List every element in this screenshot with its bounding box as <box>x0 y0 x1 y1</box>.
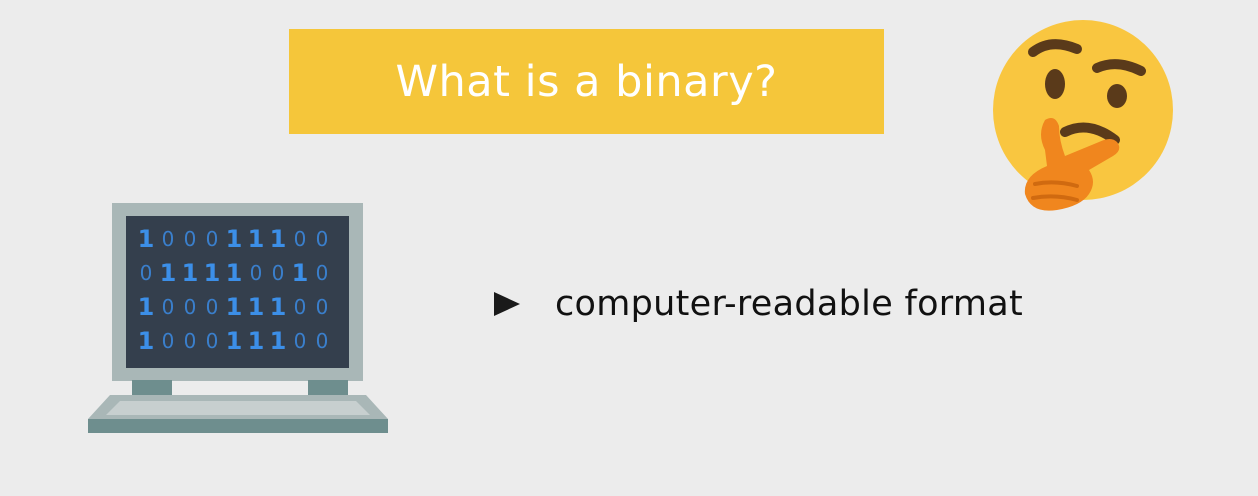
binary-digit: 0 <box>205 227 219 251</box>
binary-digit: 1 <box>291 259 309 287</box>
binary-digit: 1 <box>203 259 221 287</box>
binary-digit: 1 <box>247 293 265 321</box>
binary-digit: 1 <box>269 293 287 321</box>
binary-digit: 0 <box>315 329 329 353</box>
binary-digit: 0 <box>205 295 219 319</box>
binary-digit: 0 <box>293 329 307 353</box>
triangle-bullet-icon <box>494 292 520 316</box>
binary-row: 1 0 0 0 1 1 1 0 0 <box>135 326 333 356</box>
binary-digit: 1 <box>225 327 243 355</box>
binary-digit: 0 <box>183 295 197 319</box>
binary-digit: 0 <box>183 227 197 251</box>
binary-row: 1 0 0 0 1 1 1 0 0 <box>135 224 333 254</box>
binary-digit: 0 <box>183 329 197 353</box>
binary-digit: 1 <box>137 225 155 253</box>
binary-digit: 1 <box>225 259 243 287</box>
laptop-keyboard-base <box>88 395 388 433</box>
binary-digit: 0 <box>293 295 307 319</box>
binary-digit: 0 <box>271 261 285 285</box>
binary-digit: 1 <box>225 293 243 321</box>
binary-digit: 0 <box>161 295 175 319</box>
binary-digit: 1 <box>247 327 265 355</box>
binary-digit: 0 <box>315 261 329 285</box>
binary-digit: 0 <box>249 261 263 285</box>
slide-title: What is a binary? <box>395 56 778 107</box>
binary-digit: 0 <box>161 329 175 353</box>
binary-screen: 1 0 0 0 1 1 1 0 0 0 1 1 1 1 0 0 1 0 1 0 … <box>126 216 349 368</box>
binary-digit: 0 <box>315 227 329 251</box>
binary-digit: 1 <box>269 327 287 355</box>
binary-digit: 1 <box>247 225 265 253</box>
bullet-text: computer-readable format <box>555 284 1024 324</box>
binary-row: 1 0 0 0 1 1 1 0 0 <box>135 292 333 322</box>
binary-digit: 1 <box>225 225 243 253</box>
binary-digit: 0 <box>139 261 153 285</box>
bullet-item: computer-readable format <box>494 280 1023 328</box>
binary-digit: 1 <box>137 327 155 355</box>
laptop-icon: 1 0 0 0 1 1 1 0 0 0 1 1 1 1 0 0 1 0 1 0 … <box>86 203 390 435</box>
binary-digit: 0 <box>315 295 329 319</box>
binary-digit: 0 <box>161 227 175 251</box>
laptop-screen-frame: 1 0 0 0 1 1 1 0 0 0 1 1 1 1 0 0 1 0 1 0 … <box>112 203 363 381</box>
binary-digit: 1 <box>181 259 199 287</box>
thinking-face-icon <box>985 16 1185 221</box>
binary-digit: 1 <box>137 293 155 321</box>
binary-row: 0 1 1 1 1 0 0 1 0 <box>135 258 333 288</box>
title-banner: What is a binary? <box>289 29 884 134</box>
binary-digit: 1 <box>269 225 287 253</box>
binary-digit: 0 <box>293 227 307 251</box>
binary-digit: 1 <box>159 259 177 287</box>
binary-digit: 0 <box>205 329 219 353</box>
